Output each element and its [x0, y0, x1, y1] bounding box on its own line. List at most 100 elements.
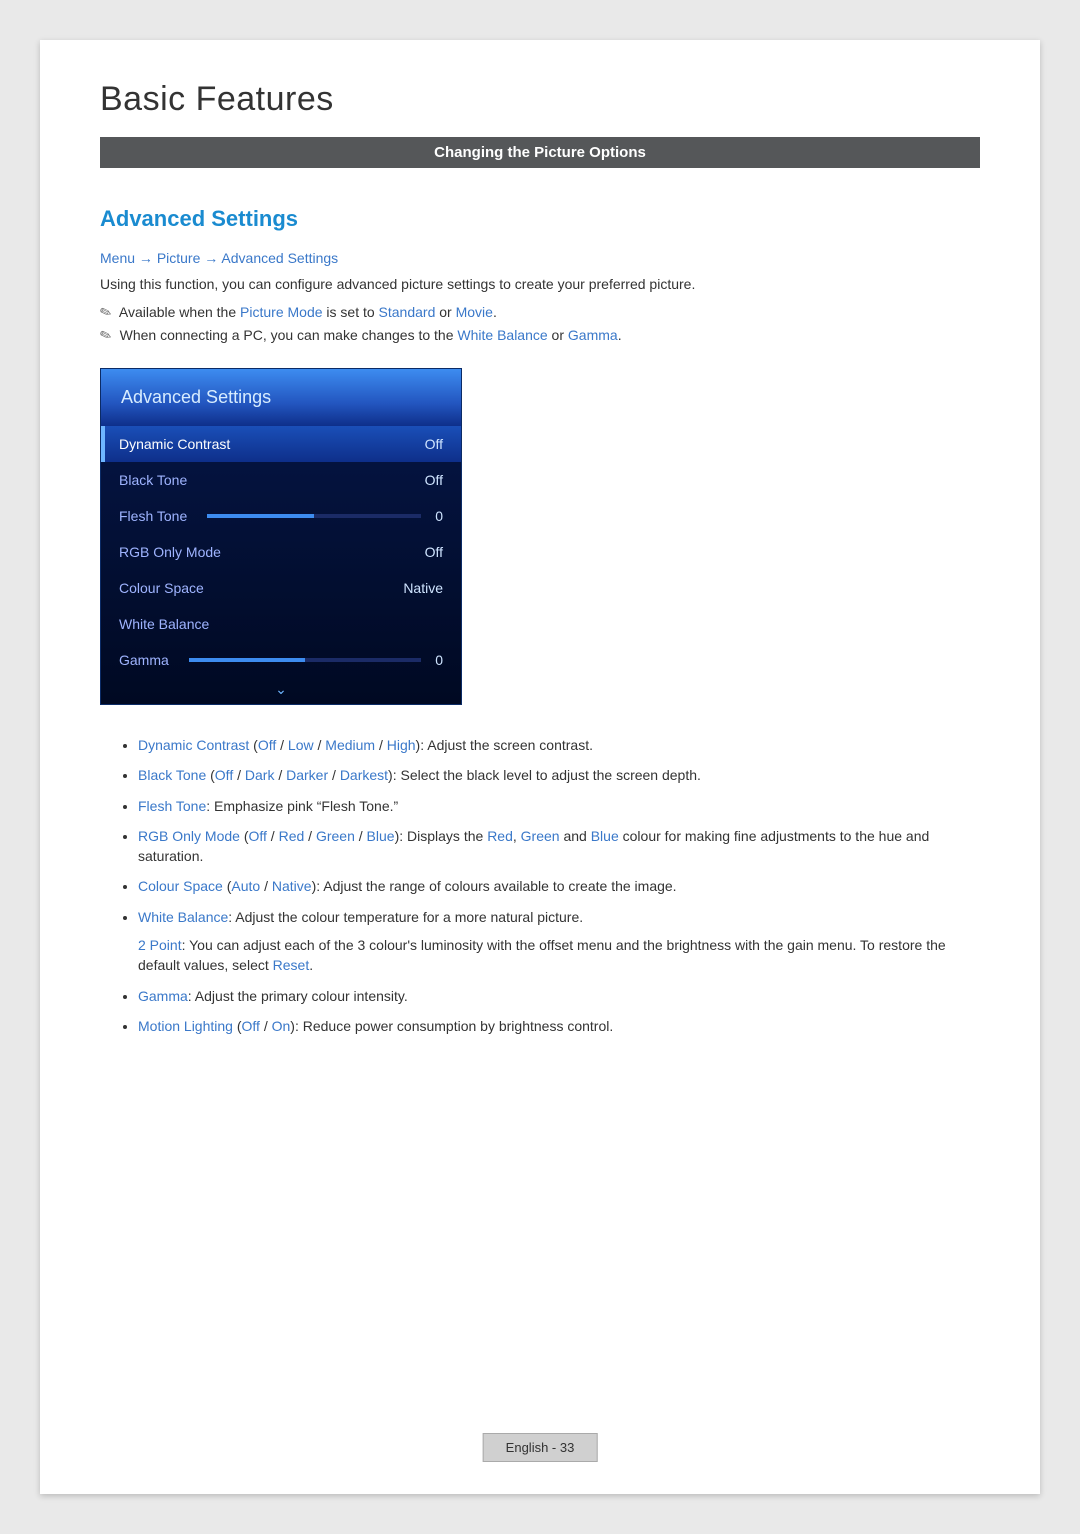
note-text: .	[493, 304, 497, 320]
opt: Darkest	[340, 767, 388, 783]
opt: Low	[288, 737, 314, 753]
row-value: Off	[425, 544, 443, 560]
setting-name: Colour Space	[138, 878, 223, 894]
opt: Auto	[231, 878, 260, 894]
list-item: Black Tone (Off / Dark / Darker / Darkes…	[138, 765, 980, 785]
note-text: When connecting a PC, you can make chang…	[120, 327, 458, 343]
opt: Blue	[367, 828, 395, 844]
row-label: Gamma	[119, 652, 169, 668]
row-slider[interactable]	[189, 658, 421, 662]
breadcrumb: Menu → Picture → Advanced Settings	[100, 250, 980, 266]
note-strong: Gamma	[568, 327, 618, 343]
row-label: Black Tone	[119, 472, 187, 488]
setting-name: White Balance	[138, 909, 228, 925]
desc: : Select the black level to adjust the s…	[393, 767, 701, 783]
list-item: Flesh Tone: Emphasize pink “Flesh Tone.”	[138, 796, 980, 816]
list-item: White Balance: Adjust the colour tempera…	[138, 907, 980, 976]
desc: : You can adjust each of the 3 colour's …	[138, 937, 946, 973]
desc: : Adjust the primary colour intensity.	[188, 988, 408, 1004]
opt: Medium	[325, 737, 375, 753]
panel-row-gamma[interactable]: Gamma 0	[101, 642, 461, 678]
opt: High	[387, 737, 416, 753]
opt: Off	[215, 767, 233, 783]
setting-name: Flesh Tone	[138, 798, 206, 814]
note-text: .	[618, 327, 622, 343]
setting-name: Motion Lighting	[138, 1018, 233, 1034]
setting-name: RGB Only Mode	[138, 828, 240, 844]
note-strong: Standard	[379, 304, 436, 320]
chevron-down-icon[interactable]: ⌄	[275, 681, 287, 698]
opt: Off	[249, 828, 267, 844]
note-1: ✎ Available when the Picture Mode is set…	[100, 304, 980, 321]
opt: Green	[521, 828, 560, 844]
row-label: Dynamic Contrast	[119, 436, 230, 452]
settings-panel: Advanced Settings Dynamic Contrast Off B…	[100, 368, 462, 705]
setting-name: Gamma	[138, 988, 188, 1004]
panel-row-dynamic-contrast[interactable]: Dynamic Contrast Off	[101, 426, 461, 462]
note-text: or	[548, 327, 568, 343]
opt: On	[272, 1018, 291, 1034]
panel-row-flesh-tone[interactable]: Flesh Tone 0	[101, 498, 461, 534]
breadcrumb-menu: Menu	[100, 250, 135, 266]
setting-name: Dynamic Contrast	[138, 737, 249, 753]
page-title: Basic Features	[100, 80, 980, 119]
list-item: RGB Only Mode (Off / Red / Green / Blue)…	[138, 826, 980, 867]
row-value: 0	[435, 508, 443, 524]
note-2: ✎ When connecting a PC, you can make cha…	[100, 327, 980, 344]
desc: : Displays the	[399, 828, 487, 844]
opt: Dark	[245, 767, 275, 783]
desc: : Reduce power consumption by brightness…	[295, 1018, 613, 1034]
note-icon: ✎	[97, 326, 114, 346]
note-strong: Movie	[456, 304, 493, 320]
panel-row-colour-space[interactable]: Colour Space Native	[101, 570, 461, 606]
row-label: RGB Only Mode	[119, 544, 221, 560]
row-value: Off	[425, 472, 443, 488]
desc: : Adjust the screen contrast.	[420, 737, 593, 753]
opt: Green	[316, 828, 355, 844]
opt: Red	[487, 828, 513, 844]
section-heading: Advanced Settings	[100, 206, 980, 232]
list-item: Dynamic Contrast (Off / Low / Medium / H…	[138, 735, 980, 755]
page-footer: English - 33	[483, 1433, 598, 1462]
desc: : Emphasize pink “Flesh Tone.”	[206, 798, 398, 814]
panel-row-black-tone[interactable]: Black Tone Off	[101, 462, 461, 498]
breadcrumb-arrow: →	[135, 250, 157, 266]
sub-desc: 2 Point: You can adjust each of the 3 co…	[138, 935, 980, 976]
row-label: White Balance	[119, 616, 209, 632]
row-value: Off	[425, 436, 443, 452]
list-item: Gamma: Adjust the primary colour intensi…	[138, 986, 980, 1006]
breadcrumb-advanced: Advanced Settings	[221, 250, 338, 266]
opt: Reset	[273, 957, 310, 973]
note-icon: ✎	[97, 303, 114, 323]
intro-text: Using this function, you can configure a…	[100, 276, 980, 292]
opt: Off	[258, 737, 276, 753]
desc: : Adjust the range of colours available …	[316, 878, 676, 894]
note-text: or	[435, 304, 455, 320]
note-text: is set to	[323, 304, 379, 320]
panel-row-white-balance[interactable]: White Balance	[101, 606, 461, 642]
page: Basic Features Changing the Picture Opti…	[40, 40, 1040, 1494]
opt: Darker	[286, 767, 328, 783]
breadcrumb-arrow: →	[200, 250, 221, 266]
desc: and	[560, 828, 591, 844]
desc: .	[309, 957, 313, 973]
row-label: Flesh Tone	[119, 508, 187, 524]
row-slider[interactable]	[207, 514, 421, 518]
opt: Off	[242, 1018, 260, 1034]
list-item: Motion Lighting (Off / On): Reduce power…	[138, 1016, 980, 1036]
row-label: Colour Space	[119, 580, 204, 596]
note-strong: White Balance	[457, 327, 547, 343]
row-value: Native	[403, 580, 443, 596]
panel-row-rgb-only[interactable]: RGB Only Mode Off	[101, 534, 461, 570]
opt: Red	[279, 828, 305, 844]
row-value: 0	[435, 652, 443, 668]
opt: Native	[272, 878, 312, 894]
desc: ,	[513, 828, 521, 844]
desc: : Adjust the colour temperature for a mo…	[228, 909, 583, 925]
list-item: Colour Space (Auto / Native): Adjust the…	[138, 876, 980, 896]
breadcrumb-picture: Picture	[157, 250, 201, 266]
note-strong: Picture Mode	[240, 304, 322, 320]
section-bar: Changing the Picture Options	[100, 137, 980, 168]
opt: Blue	[591, 828, 619, 844]
details-list: Dynamic Contrast (Off / Low / Medium / H…	[100, 735, 980, 1036]
